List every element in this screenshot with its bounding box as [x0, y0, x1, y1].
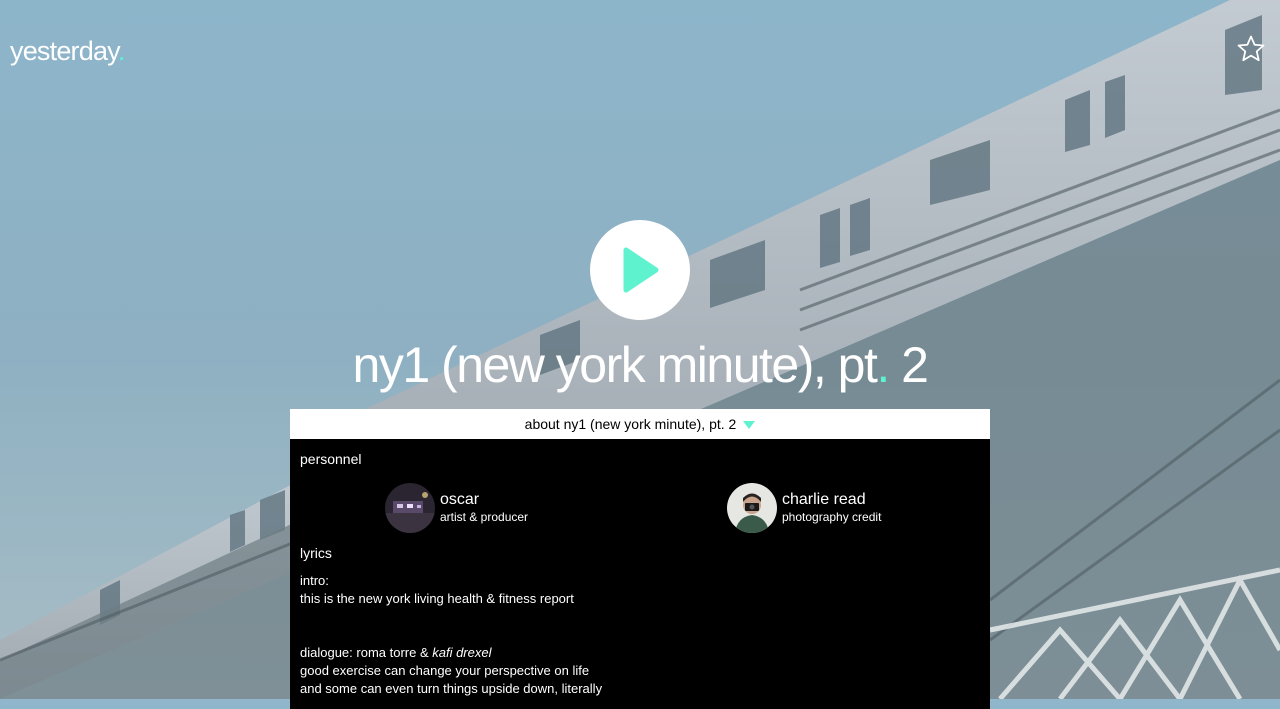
track-details-panel: about ny1 (new york minute), pt. 2 perso…	[290, 409, 990, 709]
lyrics-body: intro: this is the new york living healt…	[300, 572, 990, 698]
person-role: photography credit	[782, 510, 882, 524]
track-title: ny1 (new york minute), pt. 2	[0, 336, 1280, 394]
favorite-button[interactable]	[1236, 34, 1266, 64]
brand-name: yesterday	[10, 36, 119, 66]
person-oscar[interactable]: oscar artist & producer	[385, 483, 528, 533]
play-button[interactable]	[590, 220, 690, 320]
person-name: oscar	[440, 491, 480, 508]
brand-logo[interactable]: yesterday.	[10, 36, 125, 67]
track-title-end: 2	[888, 337, 929, 393]
person-charlie-read[interactable]: charlie read photography credit	[727, 483, 881, 533]
brand-dot: .	[117, 36, 125, 66]
person-role: artist & producer	[440, 510, 529, 524]
track-title-dot: .	[876, 337, 890, 393]
personnel-list: oscar artist & producer charlie read pho…	[290, 483, 990, 545]
about-toggle[interactable]: about ny1 (new york minute), pt. 2	[290, 409, 990, 439]
dialogue-heading-italic: kafi drexel	[432, 645, 492, 660]
lyrics-dialogue-heading: dialogue: roma torre & kafi drexel	[300, 644, 990, 662]
avatar	[385, 483, 435, 533]
lyrics-heading: lyrics	[300, 545, 332, 561]
avatar	[727, 483, 777, 533]
lyrics-line: this is the new york living health & fit…	[300, 591, 574, 606]
dialogue-heading-text: dialogue: roma torre &	[300, 645, 433, 660]
star-outline-icon	[1237, 35, 1265, 62]
track-title-text: ny1 (new york minute), pt	[352, 337, 878, 393]
caret-down-icon	[743, 421, 756, 429]
lyrics-spacer	[300, 608, 990, 644]
play-icon	[623, 247, 659, 293]
lyrics-line: good exercise can change your perspectiv…	[300, 663, 590, 678]
personnel-heading: personnel	[300, 451, 362, 467]
lyrics-line: and some can even turn things upside dow…	[300, 681, 603, 696]
about-label: about ny1 (new york minute), pt. 2	[524, 416, 737, 432]
lyrics-intro-heading: intro:	[300, 573, 329, 588]
person-name: charlie read	[782, 491, 866, 508]
